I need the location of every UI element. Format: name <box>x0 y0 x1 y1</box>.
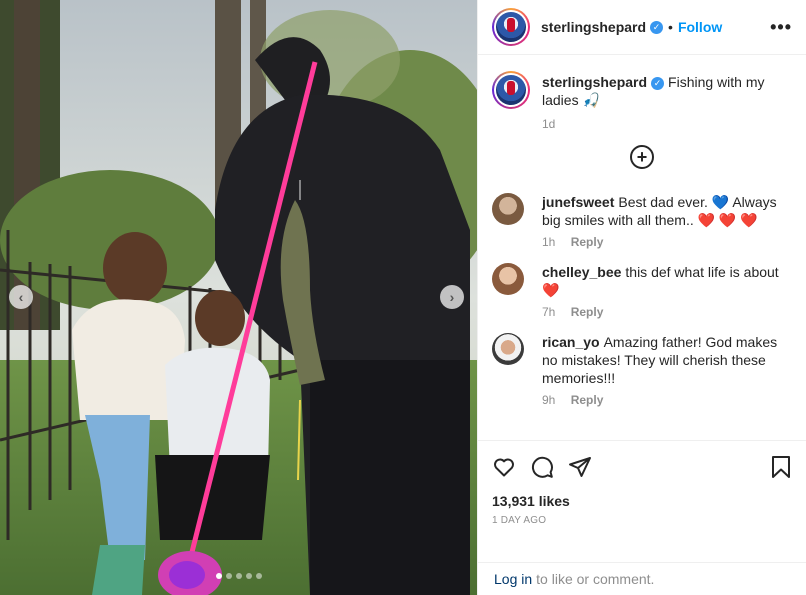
comment-username[interactable]: rican_yo <box>542 334 600 350</box>
comment-text: Best dad ever. <box>618 194 712 210</box>
header-separator: • <box>668 19 673 35</box>
author-avatar[interactable] <box>492 8 530 46</box>
reply-button[interactable]: Reply <box>571 393 604 407</box>
bookmark-icon[interactable] <box>770 455 792 479</box>
post-actions: 13,931 likes 1 DAY AGO <box>478 440 806 562</box>
reply-button[interactable]: Reply <box>571 305 604 319</box>
comment-item: rican_yo Amazing father! God makes no mis… <box>492 333 792 407</box>
post-photo[interactable]: ‹ › <box>0 0 477 595</box>
heart-emoji: ❤️ ❤️ ❤️ <box>697 212 758 228</box>
plus-circle-icon[interactable]: + <box>630 145 654 169</box>
carousel-dot <box>225 573 232 579</box>
carousel-prev-button[interactable]: ‹ <box>9 285 33 309</box>
comment-time: 7h <box>542 305 556 319</box>
post-header: sterlingshepard ✓ • Follow ••• <box>478 0 806 55</box>
post-date: 1 DAY AGO <box>492 515 547 526</box>
comment-text: this def what life is about <box>625 264 779 280</box>
follow-button[interactable]: Follow <box>678 19 722 35</box>
more-options-icon[interactable]: ••• <box>770 17 792 38</box>
caption-avatar[interactable] <box>492 71 530 109</box>
author-username[interactable]: sterlingshepard <box>541 19 646 35</box>
caption: sterlingshepard ✓ Fishing with my ladies 🎣… <box>492 71 792 131</box>
likes-count[interactable]: 13,931 likes <box>492 493 792 509</box>
caption-username[interactable]: sterlingshepard <box>542 74 647 90</box>
load-more-comments: + <box>492 145 792 169</box>
comment-icon[interactable] <box>530 455 554 479</box>
photo-scene <box>0 0 477 595</box>
comment-item: junefsweet Best dad ever. 💙 Always big sm… <box>492 193 792 249</box>
heart-emoji: ❤️ <box>542 282 560 298</box>
commenter-avatar[interactable] <box>492 193 524 225</box>
carousel-dot <box>255 573 262 579</box>
chevron-left-icon: ‹ <box>18 289 24 305</box>
instagram-post: ‹ › sterlingshepard ✓ • Follow ••• sterl… <box>0 0 806 595</box>
verified-badge-icon: ✓ <box>650 20 664 34</box>
verified-badge-icon: ✓ <box>651 76 665 90</box>
carousel-dot <box>215 573 222 579</box>
login-prompt: Log in to like or comment. <box>478 562 806 595</box>
commenter-avatar[interactable] <box>492 263 524 295</box>
chevron-right-icon: › <box>449 289 455 305</box>
share-icon[interactable] <box>568 455 592 479</box>
carousel-next-button[interactable]: › <box>440 285 464 309</box>
commenter-avatar[interactable] <box>492 333 524 365</box>
action-icons <box>492 453 792 481</box>
carousel-dot <box>245 573 252 579</box>
heart-icon[interactable] <box>492 455 516 479</box>
comments-list[interactable]: sterlingshepard ✓ Fishing with my ladies 🎣… <box>478 55 806 440</box>
carousel-indicators <box>215 573 262 579</box>
post-side-panel: sterlingshepard ✓ • Follow ••• sterlings… <box>477 0 806 595</box>
comment-username[interactable]: junefsweet <box>542 194 614 210</box>
comment-username[interactable]: chelley_bee <box>542 264 621 280</box>
login-prompt-text: to like or comment. <box>536 571 655 587</box>
caption-time: 1d <box>542 117 556 131</box>
blue-heart-emoji: 💙 <box>711 194 730 210</box>
comment-item: chelley_bee this def what life is about ❤… <box>492 263 792 319</box>
reply-button[interactable]: Reply <box>571 235 604 249</box>
comment-time: 1h <box>542 235 556 249</box>
carousel-dot <box>235 573 242 579</box>
login-link[interactable]: Log in <box>494 571 532 587</box>
comment-time: 9h <box>542 393 556 407</box>
